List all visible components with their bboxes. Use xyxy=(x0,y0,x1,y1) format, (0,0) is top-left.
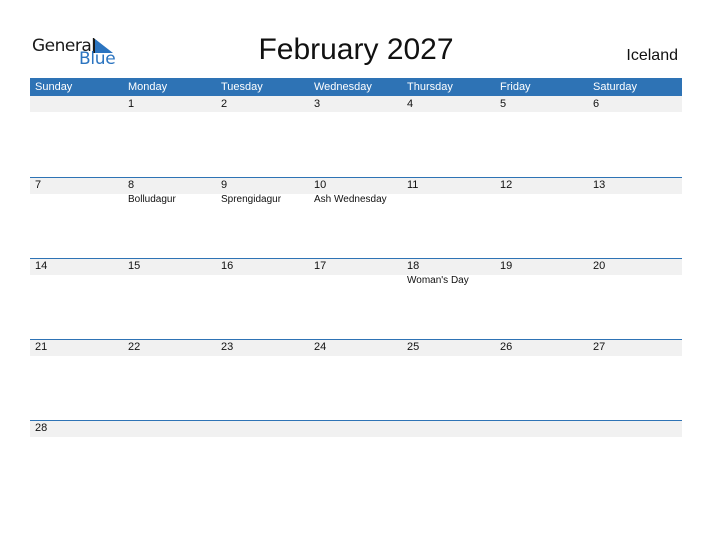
day-number: 1 xyxy=(128,98,135,110)
weekday-header: Sunday Monday Tuesday Wednesday Thursday… xyxy=(30,78,682,96)
calendar-week-row: 21 22 23 24 25 26 27 xyxy=(30,339,682,420)
day-cell: 6 xyxy=(588,96,681,177)
day-cell: 28 xyxy=(30,420,123,501)
day-number: 3 xyxy=(314,98,321,110)
day-cell: 10 Ash Wednesday xyxy=(309,177,402,258)
holiday-label: Bolludagur xyxy=(128,194,176,205)
day-number: 7 xyxy=(35,179,42,191)
date-strip xyxy=(30,420,682,437)
day-cell: 13 xyxy=(588,177,681,258)
day-number: 21 xyxy=(35,341,48,353)
day-cell: 1 xyxy=(123,96,216,177)
day-number: 12 xyxy=(500,179,513,191)
weekday-wednesday: Wednesday xyxy=(314,81,372,93)
holiday-label: Woman's Day xyxy=(407,275,469,286)
day-cell: 27 xyxy=(588,339,681,420)
day-cell: 11 xyxy=(402,177,495,258)
day-cell: 26 xyxy=(495,339,588,420)
day-cell: 21 xyxy=(30,339,123,420)
calendar-title: February 2027 xyxy=(258,33,454,66)
day-number: 8 xyxy=(128,179,135,191)
weekday-tuesday: Tuesday xyxy=(221,81,263,93)
day-cell: 7 xyxy=(30,177,123,258)
day-number: 20 xyxy=(593,260,606,272)
day-cell xyxy=(30,96,123,177)
day-number: 28 xyxy=(35,422,48,434)
day-cell: 19 xyxy=(495,258,588,339)
calendar-week-row: 14 15 16 17 18 Woman's Day 19 20 xyxy=(30,258,682,339)
day-number: 9 xyxy=(221,179,228,191)
day-number: 25 xyxy=(407,341,420,353)
day-number: 15 xyxy=(128,260,141,272)
day-number: 19 xyxy=(500,260,513,272)
weekday-thursday: Thursday xyxy=(407,81,453,93)
day-number: 10 xyxy=(314,179,327,191)
day-number: 13 xyxy=(593,179,606,191)
day-number: 18 xyxy=(407,260,420,272)
country-label: Iceland xyxy=(626,47,678,64)
day-number: 26 xyxy=(500,341,513,353)
day-number: 27 xyxy=(593,341,606,353)
day-cell: 22 xyxy=(123,339,216,420)
day-cell: 25 xyxy=(402,339,495,420)
day-cell: 3 xyxy=(309,96,402,177)
day-cell: 18 Woman's Day xyxy=(402,258,495,339)
day-cell: 15 xyxy=(123,258,216,339)
day-number: 17 xyxy=(314,260,327,272)
day-cell: 5 xyxy=(495,96,588,177)
day-cell: 23 xyxy=(216,339,309,420)
day-cell: 2 xyxy=(216,96,309,177)
weekday-saturday: Saturday xyxy=(593,81,638,93)
day-cell: 4 xyxy=(402,96,495,177)
day-cell: 9 Sprengidagur xyxy=(216,177,309,258)
day-number: 4 xyxy=(407,98,414,110)
day-number: 11 xyxy=(407,179,419,191)
weekday-monday: Monday xyxy=(128,81,168,93)
day-number: 2 xyxy=(221,98,228,110)
day-cell: 12 xyxy=(495,177,588,258)
holiday-label: Sprengidagur xyxy=(221,194,282,205)
day-number: 24 xyxy=(314,341,327,353)
day-number: 5 xyxy=(500,98,507,110)
day-cell: 20 xyxy=(588,258,681,339)
day-cell: 24 xyxy=(309,339,402,420)
day-number: 16 xyxy=(221,260,234,272)
day-cell: 16 xyxy=(216,258,309,339)
holiday-label: Ash Wednesday xyxy=(314,194,387,205)
day-cell: 14 xyxy=(30,258,123,339)
day-number: 6 xyxy=(593,98,600,110)
day-number: 23 xyxy=(221,341,234,353)
day-cell: 17 xyxy=(309,258,402,339)
calendar-week-row: 7 8 Bolludagur 9 Sprengidagur 10 Ash Wednesday… xyxy=(30,177,682,258)
weekday-sunday: Sunday xyxy=(35,81,73,93)
calendar-week-row: 28 xyxy=(30,420,682,501)
calendar-week-row: 1 2 3 4 5 6 xyxy=(30,96,682,177)
day-cell: 8 Bolludagur xyxy=(123,177,216,258)
day-number: 22 xyxy=(128,341,141,353)
weekday-friday: Friday xyxy=(500,81,531,93)
day-number: 14 xyxy=(35,260,48,272)
